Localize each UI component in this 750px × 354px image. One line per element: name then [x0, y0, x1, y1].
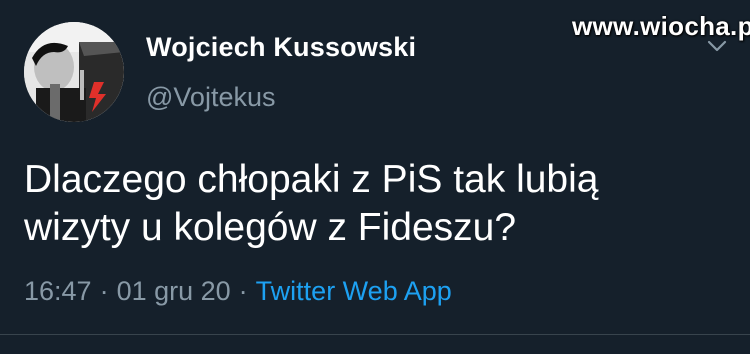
meta-separator: · — [99, 276, 109, 306]
chevron-down-icon[interactable] — [706, 38, 728, 54]
avatar-image — [24, 22, 124, 122]
tweet-date[interactable]: 01 gru 20 — [117, 276, 231, 306]
avatar[interactable] — [24, 22, 124, 122]
tweet-text-line: Dlaczego chłopaki z PiS tak lubią — [24, 158, 599, 201]
tweet-text: Dlaczego chłopaki z PiS tak lubią wizyty… — [24, 156, 724, 252]
tweet-source-link[interactable]: Twitter Web App — [256, 276, 452, 306]
tweet-text-line: wizyty u kolegów z Fideszu? — [24, 206, 517, 249]
author-handle[interactable]: @Vojtekus — [146, 82, 275, 113]
divider — [0, 334, 750, 335]
tweet-card: Wojciech Kussowski @Vojtekus www.wiocha.… — [0, 0, 750, 354]
tweet-meta: 16:47 · 01 gru 20 · Twitter Web App — [24, 276, 452, 307]
tweet-time[interactable]: 16:47 — [24, 276, 92, 306]
meta-separator: · — [238, 276, 248, 306]
author-name[interactable]: Wojciech Kussowski — [146, 32, 416, 63]
